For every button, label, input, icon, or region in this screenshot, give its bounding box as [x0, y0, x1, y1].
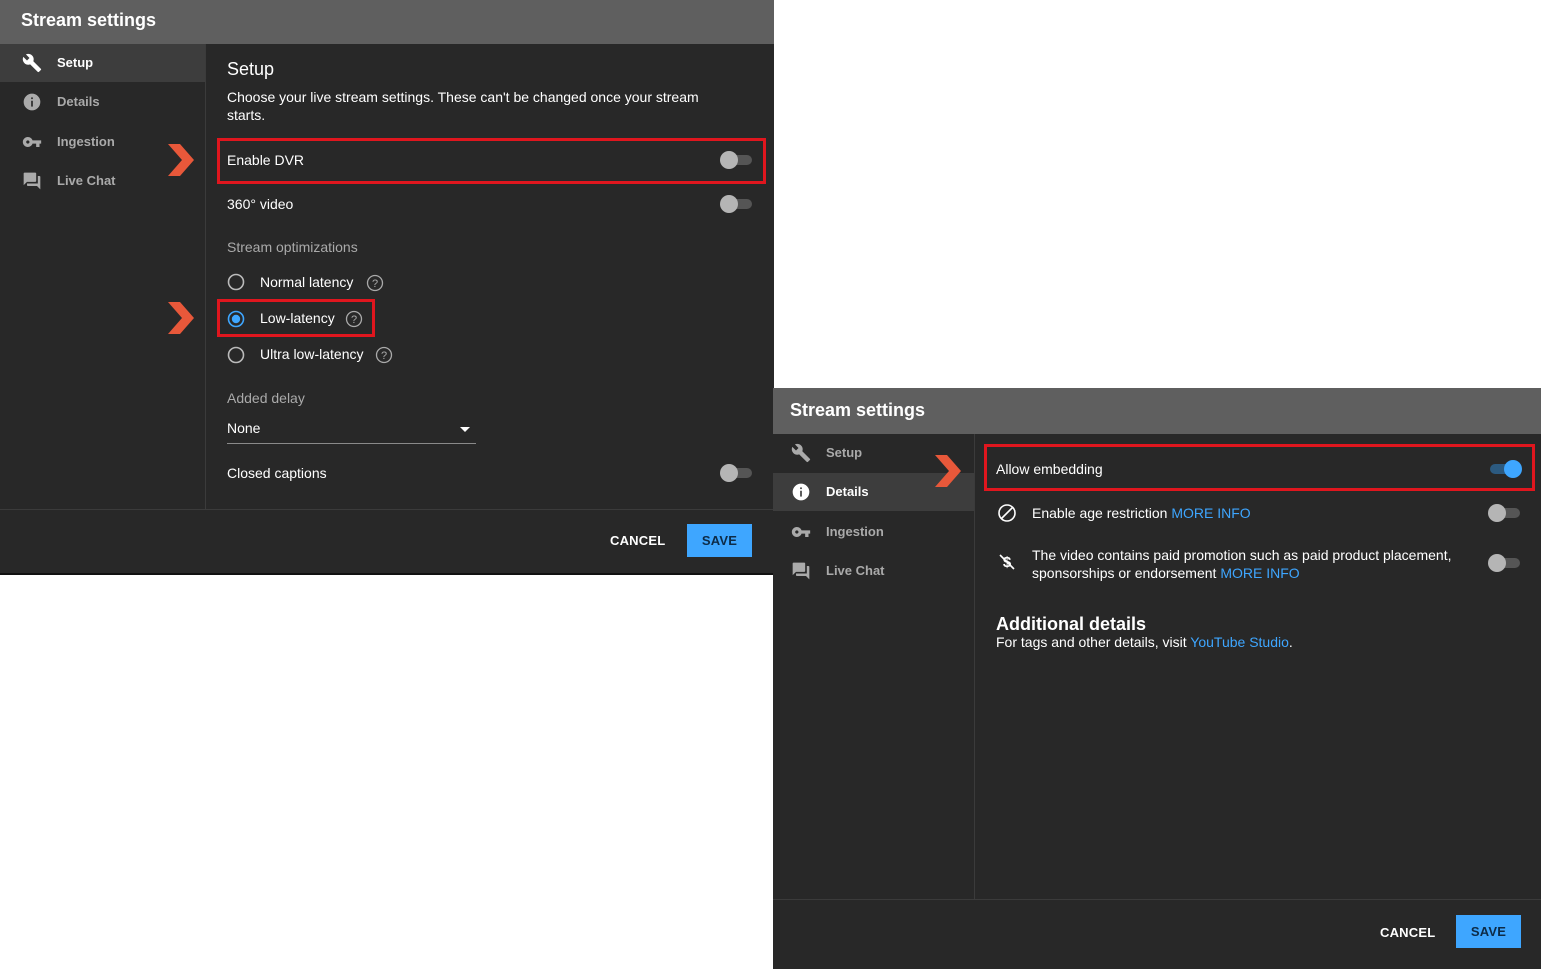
chat-icon	[23, 172, 41, 190]
age-restriction-row: Enable age restriction MORE INFO	[1032, 505, 1251, 521]
sidebar-item-label: Ingestion	[826, 524, 884, 539]
stream-settings-dialog-details: Stream settings Setup Details Ingestion …	[773, 388, 1541, 969]
cancel-button[interactable]: CANCEL	[610, 533, 665, 548]
dialog-footer: CANCEL SAVE	[773, 899, 1541, 969]
highlight-box	[217, 138, 766, 184]
save-button[interactable]: SAVE	[1456, 915, 1521, 948]
key-icon	[22, 137, 42, 147]
sidebar-item-live-chat[interactable]: Live Chat	[773, 552, 974, 590]
settings-sidebar: Setup Details Ingestion Live Chat	[0, 44, 206, 510]
dialog-titlebar: Stream settings	[773, 388, 1541, 434]
sidebar-item-setup[interactable]: Setup	[0, 44, 205, 82]
sidebar-item-label: Live Chat	[57, 173, 116, 188]
info-icon	[23, 93, 41, 111]
toggle-knob	[1488, 554, 1506, 572]
closed-captions-toggle[interactable]	[720, 464, 754, 482]
sidebar-item-label: Details	[57, 94, 100, 109]
ultra-low-latency-label: Ultra low-latency	[260, 346, 364, 362]
sidebar-item-details[interactable]: Details	[0, 83, 205, 121]
arrow-indicator-icon	[168, 302, 194, 334]
paid-promotion-icon: $	[999, 554, 1015, 571]
radio-unchecked-icon	[227, 346, 245, 364]
help-icon[interactable]: ?	[375, 346, 393, 364]
settings-sidebar: Setup Details Ingestion Live Chat	[773, 434, 975, 900]
wrench-icon	[22, 53, 42, 73]
added-delay-value: None	[227, 420, 261, 436]
paid-promotion-text-line2: sponsorships or endorsement MORE INFO	[1032, 564, 1451, 582]
youtube-studio-link[interactable]: YouTube Studio	[1190, 634, 1289, 650]
stream-settings-dialog-setup: Stream settings Setup Details Ingestion …	[0, 0, 774, 575]
additional-details-prefix: For tags and other details, visit	[996, 634, 1187, 650]
sidebar-item-label: Live Chat	[826, 563, 885, 578]
normal-latency-label: Normal latency	[260, 274, 354, 290]
highlight-box	[984, 444, 1535, 491]
sidebar-item-label: Setup	[57, 55, 94, 70]
normal-latency-radio[interactable]	[227, 273, 245, 291]
description-line: starts.	[227, 107, 266, 123]
sidebar-item-label: Details	[826, 484, 869, 499]
wrench-icon	[791, 443, 811, 463]
highlight-box	[217, 299, 375, 337]
sidebar-item-label: Ingestion	[57, 134, 115, 149]
chat-icon	[792, 562, 810, 580]
age-restriction-label: Enable age restriction	[1032, 505, 1168, 521]
more-info-link[interactable]: MORE INFO	[1220, 565, 1299, 581]
dialog-title: Stream settings	[790, 400, 926, 420]
dialog-title: Stream settings	[21, 10, 157, 30]
setup-description: Choose your live stream settings. These …	[227, 89, 699, 123]
additional-details-heading: Additional details	[996, 614, 1147, 634]
radio-unchecked-icon	[227, 273, 245, 291]
svg-text:?: ?	[372, 278, 378, 290]
sidebar-item-label: Setup	[826, 445, 863, 460]
paid-promotion-text-line: The video contains paid promotion such a…	[1032, 547, 1452, 563]
additional-details-text: For tags and other details, visit YouTub…	[996, 634, 1293, 650]
additional-details-end: .	[1288, 634, 1293, 650]
chevron-down-icon	[460, 427, 470, 432]
toggle-knob	[1488, 504, 1506, 522]
arrow-indicator-icon	[168, 144, 194, 176]
toggle-knob	[720, 195, 738, 213]
360-video-label: 360° video	[227, 196, 294, 212]
dialog-footer: CANCEL SAVE	[0, 509, 774, 573]
ultra-low-latency-radio[interactable]	[227, 346, 245, 364]
svg-text:?: ?	[381, 350, 387, 362]
added-delay-label: Added delay	[227, 390, 305, 406]
arrow-indicator-icon	[935, 455, 961, 487]
help-icon[interactable]: ?	[366, 274, 384, 292]
paid-promotion-toggle[interactable]	[1488, 554, 1522, 572]
info-icon	[792, 483, 810, 501]
added-delay-select[interactable]: None	[227, 419, 476, 444]
paid-promotion-text: sponsorships or endorsement	[1032, 565, 1217, 581]
toggle-knob	[720, 464, 738, 482]
paid-promotion-row: The video contains paid promotion such a…	[1032, 546, 1451, 582]
sidebar-item-ingestion[interactable]: Ingestion	[773, 513, 974, 551]
stream-optimizations-label: Stream optimizations	[227, 239, 358, 255]
dialog-titlebar: Stream settings	[0, 0, 774, 44]
section-heading: Setup	[227, 59, 275, 79]
cancel-button[interactable]: CANCEL	[1380, 925, 1435, 940]
description-line: Choose your live stream settings. These …	[227, 89, 699, 105]
age-restriction-toggle[interactable]	[1488, 504, 1522, 522]
key-icon	[791, 527, 811, 537]
360-video-toggle[interactable]	[720, 195, 754, 213]
block-icon	[998, 504, 1016, 522]
save-button[interactable]: SAVE	[687, 524, 752, 557]
closed-captions-label: Closed captions	[227, 465, 327, 481]
more-info-link[interactable]: MORE INFO	[1171, 505, 1250, 521]
